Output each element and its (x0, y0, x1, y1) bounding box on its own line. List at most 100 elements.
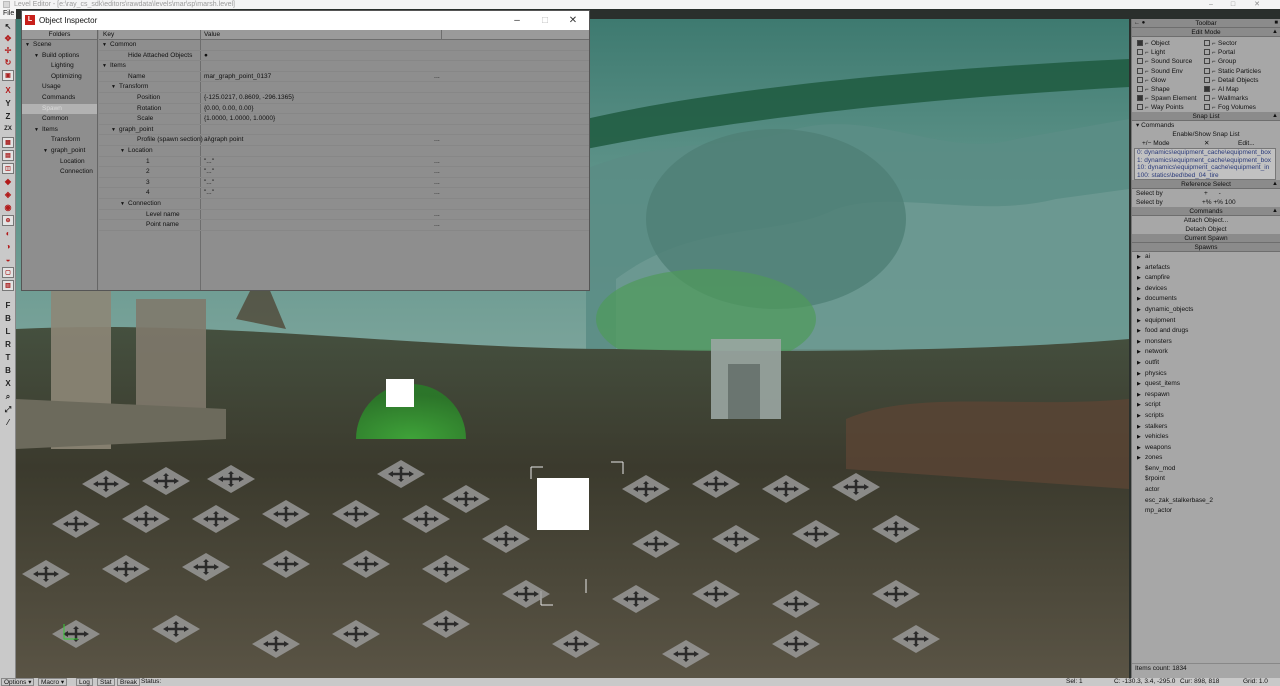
property-row[interactable]: Hide Attached Objects ● (99, 51, 589, 62)
expand-arrow-icon[interactable]: ▶ (1137, 432, 1141, 443)
snap-list-item[interactable]: 1: dynamics\equipment_cache\equipment_bo… (1135, 157, 1275, 165)
property-row[interactable]: Point name... (99, 220, 589, 231)
expand-arrow-icon[interactable]: ▼ (111, 125, 116, 136)
spawn-item[interactable]: ▶ network (1132, 347, 1280, 358)
property-value[interactable]: {1.0000, 1.0000, 1.0000} (204, 114, 275, 125)
arc-tool-icon[interactable]: ◒ (2, 254, 14, 265)
move-axis-tool-icon[interactable]: ✢ (2, 45, 14, 56)
inspector-title-bar[interactable]: L Object Inspector – □ ✕ (22, 11, 589, 30)
expand-arrow-icon[interactable]: ▶ (1137, 263, 1141, 274)
edit-mode-option[interactable]: ⌐ Sound Env (1137, 67, 1183, 76)
expand-arrow-icon[interactable]: ▶ (1137, 422, 1141, 433)
break-button[interactable]: Break (117, 678, 140, 686)
property-value[interactable]: ai\graph point (204, 135, 243, 146)
expand-arrow-icon[interactable]: ▼ (111, 82, 116, 93)
property-row[interactable]: ▼ Connection (99, 199, 589, 210)
zoom-tool-icon[interactable]: ⊕ (2, 215, 14, 226)
snap-angle-icon[interactable]: ◆ (2, 176, 14, 187)
rotate-tool-icon[interactable]: ↻ (2, 57, 14, 68)
expand-arrow-icon[interactable]: ▼ (102, 40, 107, 51)
edit-mode-option[interactable]: ⌐ Sector (1204, 39, 1237, 48)
axis-x-icon[interactable]: X (2, 85, 14, 96)
spawn-item[interactable]: ▶ documents (1132, 294, 1280, 305)
view-b-icon[interactable]: B (2, 313, 14, 324)
expand-arrow-icon[interactable]: ▶ (1137, 305, 1141, 316)
edit-mode-option[interactable]: ⌐ Detail Objects (1204, 76, 1258, 85)
spawn-item[interactable]: ▶ respawn (1132, 390, 1280, 401)
expand-arrow-icon[interactable]: ▶ (1137, 294, 1141, 305)
checkbox-icon[interactable] (1204, 104, 1210, 111)
pan-icon[interactable]: ⁄ (2, 417, 14, 428)
snap-move-icon[interactable]: ◈ (2, 189, 14, 200)
folder-item[interactable]: Common (22, 114, 97, 125)
property-row[interactable]: 1 "..."... (99, 157, 589, 168)
folder-item[interactable]: Commands (22, 93, 97, 104)
folder-item[interactable]: Transform (22, 135, 97, 146)
property-browse-button[interactable]: ... (434, 135, 440, 146)
edit-mode-option[interactable]: ⌐ Light (1137, 48, 1165, 57)
enable-snap-button[interactable]: Enable/Show Snap List (1132, 130, 1280, 139)
spawn-item[interactable]: ▶ dynamic_objects (1132, 305, 1280, 316)
toolbar-header[interactable]: ← ● Toolbar ■ (1132, 19, 1280, 28)
property-value[interactable]: {0.00, 0.00, 0.00} (204, 104, 254, 115)
checkbox-icon[interactable] (1204, 40, 1210, 46)
property-browse-button[interactable]: ... (434, 220, 440, 231)
checkbox-icon[interactable] (1137, 76, 1143, 83)
property-row[interactable]: Level name... (99, 210, 589, 221)
folder-item[interactable]: ▼ Items (22, 125, 97, 136)
expand-arrow-icon[interactable]: ▶ (1137, 369, 1141, 380)
expand-arrow-icon[interactable]: ▶ (1137, 347, 1141, 358)
snap-object-icon[interactable]: ▤ (2, 150, 14, 161)
expand-arrow-icon[interactable]: ▼ (25, 40, 30, 51)
checkbox-icon[interactable] (1137, 40, 1143, 46)
snap-list-item[interactable]: 100: statics\bed\bed_04_tire (1135, 172, 1275, 180)
spawn-item[interactable]: ▶ equipment (1132, 316, 1280, 327)
property-browse-button[interactable]: ... (434, 188, 440, 199)
property-value[interactable]: "..." (204, 157, 214, 168)
expand-arrow-icon[interactable]: ▶ (1137, 411, 1141, 422)
property-browse-button[interactable]: ... (434, 167, 440, 178)
property-row[interactable]: Scale {1.0000, 1.0000, 1.0000} (99, 114, 589, 125)
spawn-item[interactable]: ▶ outfit (1132, 358, 1280, 369)
folder-item[interactable]: Location (22, 157, 97, 168)
snap-list-header[interactable]: Snap List ▲ (1132, 112, 1280, 121)
view-front-icon[interactable]: ▢ (2, 267, 14, 278)
spawn-item[interactable]: ▶ artefacts (1132, 263, 1280, 274)
spawn-item[interactable]: ▶ ai (1132, 252, 1280, 263)
checkbox-icon[interactable] (1204, 58, 1210, 65)
expand-arrow-icon[interactable]: ▶ (1137, 326, 1141, 337)
folder-item[interactable]: ▼ Build options (22, 51, 97, 62)
select-tool-icon[interactable]: ↖ (2, 21, 14, 32)
detach-object-button[interactable]: Detach Object (1132, 225, 1280, 234)
spawn-item[interactable]: ▶ physics (1132, 369, 1280, 380)
property-value[interactable]: mar_graph_point_0137 (204, 72, 271, 83)
property-row[interactable]: ▼ Transform (99, 82, 589, 93)
snap-grid-icon[interactable]: ▦ (2, 137, 14, 148)
spawn-item[interactable]: ▶ monsters (1132, 337, 1280, 348)
expand-arrow-icon[interactable]: ▶ (1137, 337, 1141, 348)
snap-list-item[interactable]: 10: dynamics\equipment_cache\equipment_i… (1135, 164, 1275, 172)
snap-list[interactable]: 0: dynamics\equipment_cache\equipment_bo… (1134, 148, 1276, 180)
menu-file[interactable]: File (3, 10, 14, 17)
spawn-item[interactable]: actor (1132, 485, 1280, 496)
property-row[interactable]: ▼ Items (99, 61, 589, 72)
spawn-item[interactable]: ▶ quest_items (1132, 379, 1280, 390)
spawn-item[interactable]: ▶ zones (1132, 453, 1280, 464)
view-r-icon[interactable]: R (2, 339, 14, 350)
edit-mode-option[interactable]: ⌐ Glow (1137, 76, 1166, 85)
expand-arrow-icon[interactable]: ▼ (102, 61, 107, 72)
axis-y-icon[interactable]: Y (2, 98, 14, 109)
checkbox-icon[interactable] (1204, 95, 1210, 102)
property-browse-button[interactable]: ... (434, 178, 440, 189)
expand-arrow-icon[interactable]: ▶ (1137, 358, 1141, 369)
expand-arrow-icon[interactable]: ▼ (43, 146, 48, 157)
edit-mode-option[interactable]: ⌐ Spawn Element (1137, 94, 1197, 103)
snap-clear-icon[interactable]: ✕ (1204, 139, 1209, 148)
folder-item[interactable]: Spawn (22, 103, 97, 115)
camera-tool-icon[interactable]: ◐ (2, 228, 14, 239)
checkbox-icon[interactable] (1204, 76, 1210, 83)
edit-mode-option[interactable]: ⌐ Group (1204, 57, 1236, 66)
maximize-icon[interactable]: □ (1222, 0, 1244, 9)
spawn-item[interactable]: esc_zak_stalkerbase_2 (1132, 496, 1280, 507)
property-row[interactable]: ▼ Location (99, 146, 589, 157)
